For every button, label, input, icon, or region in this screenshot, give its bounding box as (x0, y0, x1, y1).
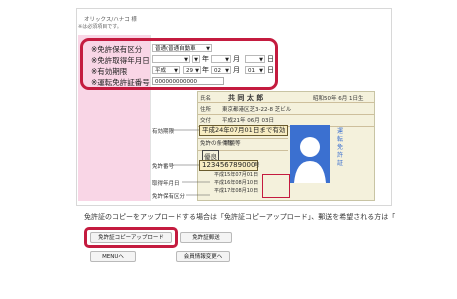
user-name: オリックス/ハナコ 様 (84, 17, 137, 23)
required-fields-highlight (80, 38, 278, 90)
card-address-value: 東京都港区芝3-22-8 芝ビル (222, 107, 292, 113)
mail-license-button[interactable]: 免許証郵送 (180, 232, 232, 243)
card-name-label: 氏名 (200, 96, 212, 102)
pointer-lines (172, 129, 210, 196)
upload-instruction: 免許証のコピーをアップロードする場合は「免許証コピーアップロード」、郵送を希望さ… (84, 213, 396, 221)
upload-button-highlight (84, 227, 178, 248)
acq-date-3: 平成17年08月10日 (214, 188, 259, 194)
license-type-grid (262, 174, 290, 198)
card-condition-value: 眼鏡等 (224, 141, 241, 147)
card-issue-value: 平成21年 06月 03日 (222, 118, 274, 124)
card-address-label: 住所 (200, 107, 212, 113)
acq-date-1: 平成15年07月01日 (214, 172, 259, 178)
person-silhouette-icon (294, 137, 326, 183)
photo-placeholder (290, 125, 330, 183)
card-side-text: 運転免許証 (337, 128, 344, 167)
card-birth-text: 昭和50年 6月 1日生 (313, 96, 364, 102)
valid-date-callout: 平成24年07月01日まで有効 (199, 125, 289, 136)
license-number-suffix: 号 (254, 163, 260, 169)
card-name-value: 共 同 太 郎 (228, 94, 264, 102)
menu-button[interactable]: MENUへ (90, 251, 136, 262)
acq-date-2: 平成16年08月10日 (214, 180, 259, 186)
member-info-change-button[interactable]: 会員情報変更へ (176, 251, 230, 262)
required-note: ※は必須項目です。 (78, 24, 122, 30)
